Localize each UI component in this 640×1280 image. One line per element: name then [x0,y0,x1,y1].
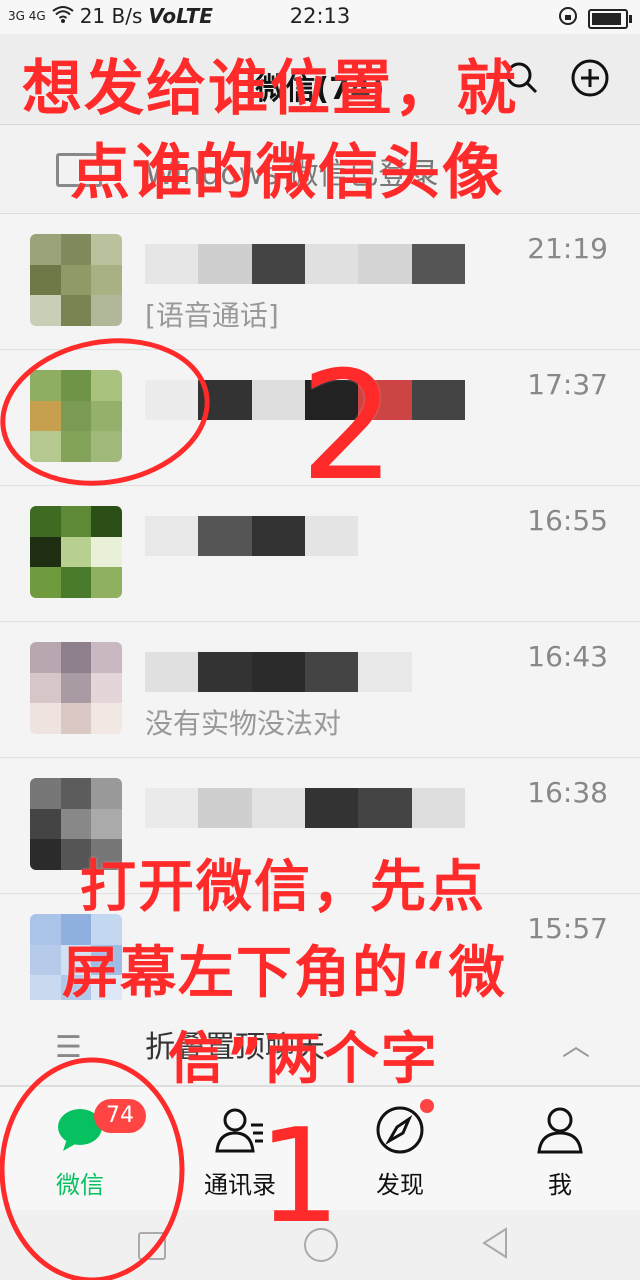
avatar[interactable] [30,370,122,462]
recents-button[interactable] [138,1232,166,1260]
status-bar: 3G 4G 21 B/s VoLTE 22:13 [0,0,640,34]
chat-name-blurred [145,244,465,284]
lock-rotation-icon [558,6,578,31]
chat-preview: [语音通话] [145,299,279,332]
chat-name-blurred [145,652,465,692]
chat-time: 16:55 [527,504,608,537]
back-button[interactable] [480,1226,510,1264]
tab-label: 微信 [56,1171,104,1199]
chat-time: 16:43 [527,640,608,673]
chat-name-blurred [145,788,465,828]
new-dot-badge [420,1099,434,1113]
tab-discover[interactable]: 发现 [320,1087,480,1211]
chat-preview: 没有实物没法对 [145,707,342,740]
chat-row[interactable]: 16:43 没有实物没法对 [0,622,640,758]
compass-icon [375,1105,425,1155]
chat-time: 17:37 [527,368,608,401]
tab-chats[interactable]: 74 微信 [0,1087,160,1211]
avatar[interactable] [30,234,122,326]
tab-label: 我 [548,1171,572,1199]
chat-name-blurred [145,516,465,556]
chat-time: 16:38 [527,776,608,809]
chevron-up-icon[interactable]: ︿ [562,1024,590,1064]
unread-badge: 74 [94,1099,146,1133]
annotation-step2: 2 [300,340,398,514]
annotation-step1: 1 [258,1100,343,1252]
chat-time: 21:19 [527,232,608,265]
annotation-mid-line1: 打开微信，先点 [80,855,486,920]
tab-label: 发现 [376,1171,424,1199]
clock: 22:13 [289,4,351,28]
battery-icon [588,8,632,29]
annotation-top-line1: 想发给谁位置，就 [22,54,518,124]
chat-row[interactable]: 21:19 [语音通话] [0,214,640,350]
add-icon[interactable] [570,58,610,102]
avatar[interactable] [30,506,122,598]
annotation-mid-line2: 屏幕左下角的“微 [62,941,507,1006]
chat-time: 15:57 [527,912,608,945]
annotation-top-line2: 点谁的微信头像 [70,138,504,208]
avatar[interactable] [30,642,122,734]
profile-icon [535,1105,585,1155]
tab-me[interactable]: 我 [480,1087,640,1211]
list-icon: ☰ [55,1030,82,1065]
annotation-mid-line3: 信”两个字 [168,1027,439,1092]
